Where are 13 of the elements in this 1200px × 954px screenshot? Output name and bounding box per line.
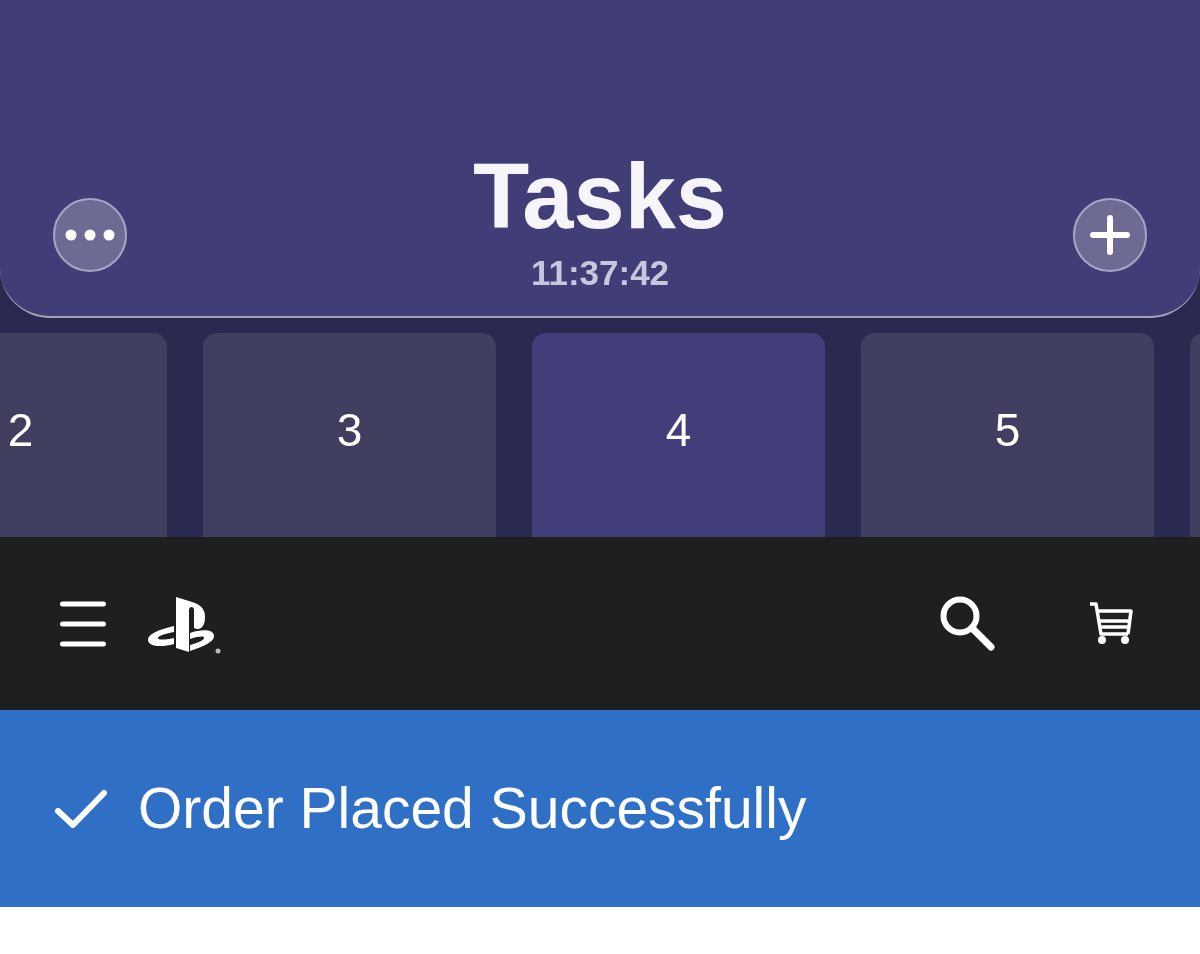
tab[interactable]: 4 <box>532 333 825 537</box>
plus-icon <box>1090 215 1130 255</box>
page-title: Tasks <box>472 150 727 242</box>
clock-time: 11:37:42 <box>530 255 670 290</box>
tab[interactable]: 3 <box>203 333 496 537</box>
tab[interactable]: 5 <box>861 333 1154 537</box>
tab[interactable]: 2 <box>0 333 167 537</box>
check-icon <box>55 788 107 829</box>
search-icon[interactable] <box>940 595 996 652</box>
cart-icon[interactable] <box>1089 601 1133 646</box>
menu-icon[interactable] <box>60 600 106 647</box>
more-icon <box>65 229 115 241</box>
logo-icon[interactable] <box>148 595 222 654</box>
